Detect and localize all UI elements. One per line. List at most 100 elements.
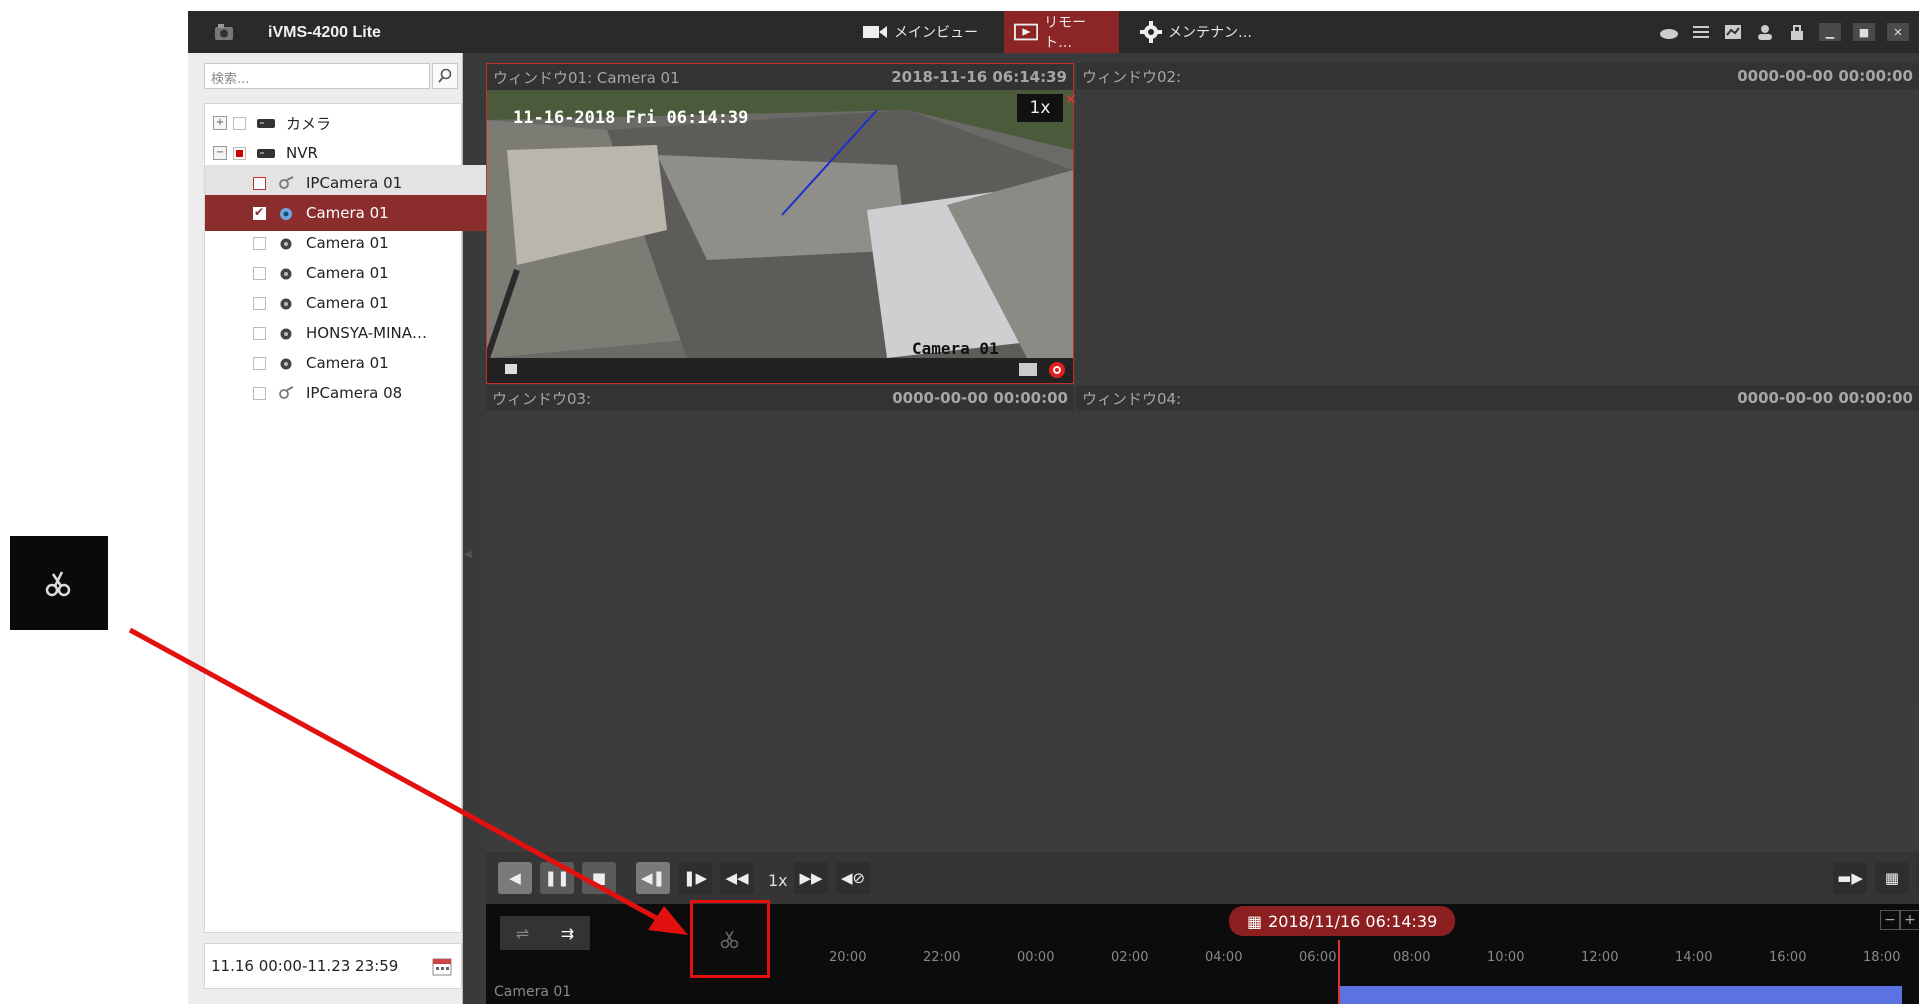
slow-down-button[interactable]: ◀◀ [720, 862, 754, 894]
playback-window-04[interactable]: ウィンドウ04: 0000-00-00 00:00:00 [1076, 385, 1919, 705]
snapshot-icon[interactable] [1019, 363, 1037, 376]
search-icon [438, 68, 452, 83]
playback-window-03[interactable]: ウィンドウ03: 0000-00-00 00:00:00 [486, 385, 1074, 705]
speed-up-button[interactable]: ▶▶ [794, 862, 828, 894]
checkbox[interactable] [253, 356, 266, 370]
timeline-tick: 20:00 [829, 950, 867, 965]
tab-main-view[interactable]: メインビュー [854, 11, 986, 53]
window-label: ウィンドウ03: [492, 389, 592, 408]
clip-icon-callout [10, 536, 108, 630]
tree-item-label: IPCamera 08 [306, 384, 403, 402]
camera-icon [280, 238, 292, 250]
collapse-icon[interactable]: − [213, 146, 227, 160]
window-header: ウィンドウ02: 0000-00-00 00:00:00 [1076, 63, 1919, 89]
tab-remote-playback[interactable]: リモート… [1004, 11, 1119, 53]
minimize-icon[interactable]: ▁ [1819, 23, 1841, 41]
camera-icon [280, 268, 292, 280]
checkbox[interactable] [253, 176, 266, 190]
stop-button[interactable]: ■ [582, 862, 616, 894]
checkbox[interactable] [233, 116, 246, 130]
speed-badge: 1x [1017, 94, 1063, 122]
calendar-icon[interactable] [431, 956, 453, 976]
checkbox[interactable] [253, 386, 266, 400]
search-button[interactable] [432, 63, 458, 89]
playback-speed: 1x [768, 871, 788, 890]
checkbox-checked[interactable] [253, 205, 266, 220]
reverse-play-button[interactable]: ◀ [498, 862, 532, 894]
tree-item-label: Camera 01 [306, 234, 389, 252]
sync-icon[interactable]: ⇌ [516, 924, 529, 943]
window-toolbar [487, 358, 1073, 383]
title-bar: iVMS-4200 Lite メインビュー リモート… メンテナン… ▁ ■ ✕ [188, 11, 1919, 53]
pause-icon: ❚❚ [544, 869, 570, 887]
camera-icon [280, 298, 292, 310]
playback-window-01[interactable]: ウィンドウ01: Camera 01 2018-11-16 06:14:39 1… [486, 63, 1077, 384]
window-layout-icon: ▦ [1884, 869, 1900, 887]
zoom-in-button[interactable]: + [1900, 910, 1919, 930]
search-input[interactable]: 検索... [204, 63, 430, 89]
camera-settings-button[interactable]: ▬▶ [1833, 862, 1867, 894]
app-title: iVMS-4200 Lite [268, 24, 381, 41]
timeline-cursor[interactable] [1338, 940, 1340, 1004]
playback-view-area: ウィンドウ01: Camera 01 2018-11-16 06:14:39 1… [486, 63, 1919, 852]
cloud-icon[interactable] [1659, 23, 1679, 41]
tree-item-channel[interactable]: IPCamera 08 [205, 375, 509, 411]
list-icon[interactable] [1691, 23, 1711, 41]
timeline-tick: 16:00 [1769, 950, 1807, 965]
app-window: iVMS-4200 Lite メインビュー リモート… メンテナン… ▁ ■ ✕… [188, 11, 1919, 1004]
pause-button[interactable]: ❚❚ [540, 862, 574, 894]
layout-button[interactable]: ▦ [1875, 862, 1909, 894]
video-camera-icon: ▬▶ [1837, 869, 1863, 887]
playback-window-02[interactable]: ウィンドウ02: 0000-00-00 00:00:00 [1076, 63, 1919, 384]
close-icon[interactable]: ✕ [1887, 23, 1909, 41]
tree-item-label: NVR [286, 144, 318, 162]
video-frame: 11-16-2018 Fri 06:14:39 Camera 01 [487, 90, 1073, 358]
checkbox[interactable] [253, 236, 266, 250]
window-timestamp: 0000-00-00 00:00:00 [1737, 67, 1913, 85]
record-icon[interactable] [1049, 362, 1065, 378]
tree-item-label: Camera 01 [306, 294, 389, 312]
frame-forward-icon: ❚▶ [682, 869, 708, 887]
ip-camera-icon [279, 176, 294, 189]
playback-icon [1014, 23, 1039, 41]
zoom-out-button[interactable]: − [1880, 910, 1900, 930]
user-icon[interactable] [1755, 23, 1775, 41]
dvr-icon [257, 119, 275, 128]
resource-panel: 検索... + カメラ − NVR IPCamera 01 ✔ Camera 0… [188, 53, 509, 1004]
timeline-tick: 02:00 [1111, 950, 1149, 965]
checkbox[interactable] [253, 266, 266, 280]
slow-down-icon: ◀◀ [725, 869, 749, 887]
window-label: ウィンドウ04: [1082, 389, 1182, 408]
expand-icon[interactable]: + [213, 116, 227, 130]
volume-button[interactable]: ◀⊘ [836, 862, 870, 894]
window-header: ウィンドウ04: 0000-00-00 00:00:00 [1076, 385, 1919, 411]
adjust-icon[interactable]: ⇉ [561, 924, 574, 943]
date-range-field[interactable]: 11.16 00:00-11.23 23:59 [204, 943, 462, 989]
window-header: ウィンドウ01: Camera 01 2018-11-16 06:14:39 [487, 64, 1073, 90]
chart-icon[interactable] [1723, 23, 1743, 41]
panel-collapse-icon[interactable]: ◀ [464, 549, 472, 560]
timeline-tick: 12:00 [1581, 950, 1619, 965]
tab-maintenance[interactable]: メンテナン… [1132, 11, 1260, 53]
maximize-icon[interactable]: ■ [1853, 23, 1875, 41]
timeline-tick: 14:00 [1675, 950, 1713, 965]
stop-icon[interactable] [505, 364, 517, 374]
stop-icon: ■ [591, 869, 607, 887]
timeline-tick: 10:00 [1487, 950, 1525, 965]
camera-active-icon [280, 208, 292, 220]
nvr-icon [257, 149, 275, 158]
close-window-icon[interactable]: ✕ [1065, 92, 1077, 108]
checkbox[interactable] [253, 326, 266, 340]
timeline-tick: 22:00 [923, 950, 961, 965]
checkbox[interactable] [233, 146, 246, 160]
frame-back-button[interactable]: ◀❚ [636, 862, 670, 894]
timeline-tick: 00:00 [1017, 950, 1055, 965]
tree-item-label: Camera 01 [306, 264, 389, 282]
frame-back-icon: ◀❚ [640, 869, 666, 887]
timeline-current-value: 2018/11/16 06:14:39 [1268, 911, 1438, 931]
lock-icon[interactable] [1787, 23, 1807, 41]
checkbox[interactable] [253, 296, 266, 310]
scissors-icon[interactable] [718, 927, 742, 951]
frame-forward-button[interactable]: ❚▶ [678, 862, 712, 894]
recording-segment[interactable] [1340, 986, 1902, 1004]
